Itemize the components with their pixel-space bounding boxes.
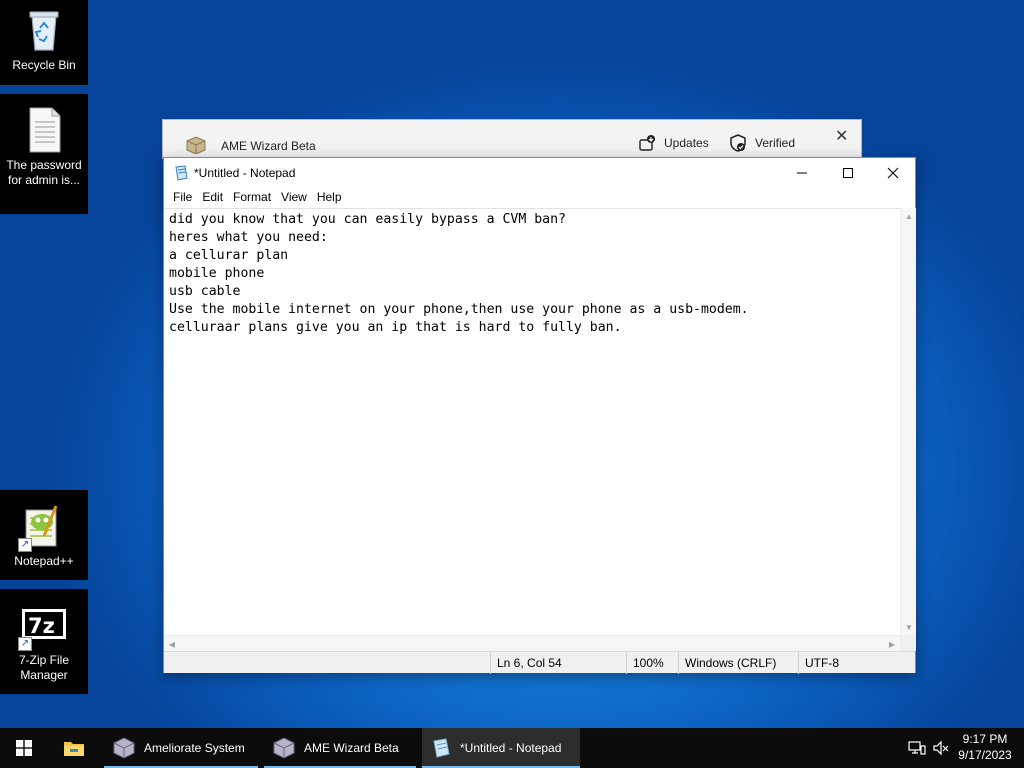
shortcut-arrow-icon: ↗ [18,538,32,552]
horizontal-scrollbar[interactable]: ◀ ▶ [164,635,900,651]
desktop-icon-notepadpp[interactable]: ↗ Notepad++ [0,490,88,580]
taskbar-clock[interactable]: 9:17 PM 9/17/2023 [950,731,1020,763]
verified-button[interactable]: Verified [729,134,795,152]
taskbar-app-ame-wizard[interactable]: AME Wizard Beta [264,728,416,768]
maximize-icon [843,167,853,178]
menu-help[interactable]: Help [312,187,347,208]
verified-shield-icon [730,134,746,152]
maximize-button[interactable] [825,158,871,187]
menu-file[interactable]: File [168,187,197,208]
ame-box-icon [273,737,295,759]
desktop-icon-label: 7-Zip File Manager [18,653,69,682]
taskbar-app-label: Ameliorate System [144,741,245,755]
verified-label: Verified [755,136,796,150]
taskbar-app-ameliorate[interactable]: Ameliorate System [104,728,258,768]
close-button[interactable] [870,158,916,187]
folder-icon [64,742,84,756]
notepad-titlebar[interactable]: *Untitled - Notepad [164,158,915,187]
scroll-up-icon[interactable]: ▲ [901,208,917,224]
notepad-window-title: *Untitled - Notepad [194,166,296,180]
desktop-icon-recycle-bin[interactable]: Recycle Bin [0,0,88,85]
text-file-icon [20,106,68,154]
file-explorer-button[interactable] [50,728,98,768]
desktop-icon-password-file[interactable]: The password for admin is... [0,94,88,214]
status-position: Ln 6, Col 54 [490,652,626,674]
ame-close-icon[interactable]: ✕ [835,126,848,146]
status-line-ending: Windows (CRLF) [678,652,798,674]
taskbar-app-notepad[interactable]: *Untitled - Notepad [422,728,580,768]
ame-wizard-window[interactable]: AME Wizard Beta Updates Verified ✕ [162,119,862,159]
ame-window-title: AME Wizard Beta [221,139,316,153]
minimize-button[interactable] [779,158,825,187]
scroll-down-icon[interactable]: ▼ [901,619,917,635]
close-icon [887,167,899,178]
desktop-icon-label: Notepad++ [14,554,74,568]
updates-button[interactable]: Updates [638,134,709,152]
taskbar-app-label: AME Wizard Beta [304,741,399,755]
recycle-bin-icon [20,6,68,54]
windows-logo-icon [16,740,32,756]
network-icon [908,741,926,755]
volume-muted-icon [933,740,949,756]
scroll-left-icon[interactable]: ◀ [164,636,180,652]
status-encoding: UTF-8 [798,652,898,674]
start-button[interactable] [0,728,48,768]
volume-tray-button[interactable] [930,728,952,768]
taskbar: Ameliorate System AME Wizard Beta *Untit… [0,728,1024,768]
vertical-scrollbar[interactable]: ▲ ▼ [900,208,916,635]
7zip-icon: 7z ↗ [18,609,68,651]
shortcut-arrow-icon: ↗ [18,637,32,651]
ame-logo-icon [185,136,207,159]
updates-label: Updates [664,136,709,150]
desktop-icon-7zip[interactable]: 7z ↗ 7-Zip File Manager [0,589,88,694]
scroll-right-icon[interactable]: ▶ [884,636,900,652]
notepad-menubar: File Edit Format View Help [164,187,915,208]
updates-icon [639,135,655,151]
svg-text:7z: 7z [28,614,55,638]
notepad-text-area[interactable]: did you know that you can easily bypass … [164,208,900,635]
notepad-app-icon [433,738,450,758]
minimize-icon [797,172,807,173]
clock-date: 9/17/2023 [958,748,1012,762]
desktop-icon-label: Recycle Bin [12,58,76,72]
notepad-statusbar: Ln 6, Col 54 100% Windows (CRLF) UTF-8 [164,651,915,674]
notepadpp-icon: ↗ [18,502,68,552]
notepad-app-icon [173,165,189,186]
notepad-window[interactable]: *Untitled - Notepad File Edit Format Vie… [163,157,916,674]
status-zoom: 100% [626,652,678,674]
clock-time: 9:17 PM [962,732,1008,746]
network-tray-button[interactable] [906,728,928,768]
ame-box-icon [113,737,135,759]
menu-view[interactable]: View [276,187,312,208]
scrollbar-corner [900,635,916,651]
menu-format[interactable]: Format [228,187,276,208]
taskbar-app-label: *Untitled - Notepad [460,741,562,755]
desktop-icon-label: The password for admin is... [6,158,82,187]
menu-edit[interactable]: Edit [197,187,228,208]
